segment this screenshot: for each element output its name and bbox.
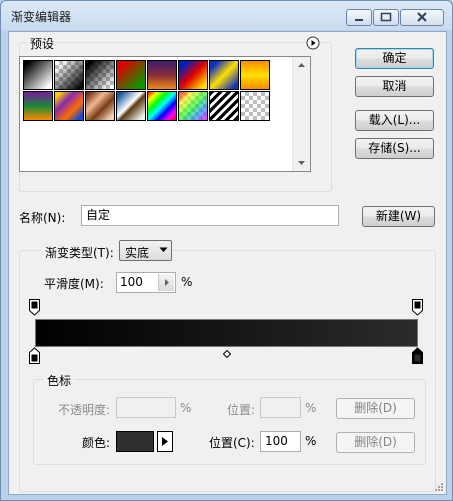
save-button[interactable]: 存储(S)... (355, 138, 434, 159)
preset-swatch-black-white[interactable] (23, 60, 53, 90)
delete-opacity-stop-button[interactable]: 删除(D) (336, 398, 415, 419)
preset-swatch-violet-green-orange[interactable] (23, 91, 53, 121)
opacity-label: 不透明度: (58, 403, 111, 417)
color-stop-left[interactable] (29, 347, 41, 367)
presets-label: 预设 (27, 35, 58, 52)
smoothness-unit: % (181, 275, 193, 289)
resize-grip-icon[interactable] (434, 482, 444, 492)
chevron-down-icon (159, 247, 168, 252)
color-location-input[interactable]: 100 (260, 431, 301, 452)
color-location-label: 位置(C): (209, 436, 255, 450)
presets-menu-button[interactable] (306, 36, 320, 50)
gradient-type-select[interactable]: 实底 (119, 240, 172, 261)
dialog-body: 预设 确定 取消 载入(L)... 存储(S)... 名称(N): 自定 新建(… (8, 31, 447, 495)
preset-swatch-blue-yellow-blue[interactable] (209, 60, 239, 90)
color-stop-icon (29, 347, 40, 364)
new-button[interactable]: 新建(W) (362, 206, 435, 227)
opacity-stop-icon (412, 299, 423, 316)
color-location-unit: % (305, 434, 317, 448)
opacity-input[interactable] (116, 397, 176, 418)
preset-swatch-orange-yellow-orange[interactable] (240, 60, 270, 90)
ok-button[interactable]: 确定 (355, 48, 434, 69)
circle-arrow-icon (306, 36, 320, 50)
preset-swatch-blue-red-yellow[interactable] (178, 60, 208, 90)
opacity-stop-icon (29, 299, 40, 316)
delete-color-stop-button[interactable]: 删除(D) (336, 432, 415, 453)
gradient-editor-window: 渐变编辑器 预设 确定 取消 载入(L)... 存储(S)... 名称(N): … (0, 0, 453, 501)
color-label: 颜色: (82, 436, 111, 450)
window-title: 渐变编辑器 (11, 10, 72, 24)
stops-label: 色标 (44, 372, 75, 389)
preset-swatch-transparent-rainbow[interactable] (178, 91, 208, 121)
opacity-stop-left[interactable] (29, 299, 41, 319)
opacity-location-unit: % (305, 401, 317, 415)
midpoint-diamond[interactable] (222, 347, 232, 361)
load-button[interactable]: 载入(L)... (355, 110, 434, 131)
preset-swatch-checker-black[interactable] (54, 60, 84, 90)
presets-list[interactable] (19, 56, 311, 172)
close-button[interactable] (400, 9, 444, 26)
gradient-type-value: 实底 (125, 246, 150, 260)
name-input[interactable]: 自定 (81, 205, 339, 226)
diamond-icon (222, 349, 232, 359)
opacity-location-label: 位置: (227, 403, 256, 417)
color-menu-button[interactable] (157, 431, 173, 452)
preset-swatch-yellow-violet-orange-blue[interactable] (54, 91, 84, 121)
smoothness-input[interactable]: 100 (116, 272, 176, 293)
opacity-unit: % (180, 401, 192, 415)
maximize-button[interactable] (373, 9, 399, 26)
minimize-button[interactable] (346, 9, 372, 26)
close-icon (417, 12, 427, 22)
opacity-location-input[interactable] (260, 397, 301, 418)
preset-swatch-red-green[interactable] (116, 60, 146, 90)
presets-scrollbar[interactable] (292, 57, 310, 171)
smoothness-label: 平滑度(M): (44, 277, 104, 291)
name-label: 名称(N): (19, 211, 66, 225)
opacity-stop-right[interactable] (412, 299, 424, 319)
color-stop-right[interactable] (412, 347, 424, 367)
color-swatch[interactable] (116, 431, 154, 452)
preset-swatch-copper[interactable] (85, 91, 115, 121)
gradient-type-label: 渐变类型(T): (42, 244, 117, 261)
preset-swatch-transparent-stripes[interactable] (209, 91, 239, 121)
title-bar[interactable]: 渐变编辑器 (1, 1, 452, 31)
preset-swatch-chrome[interactable] (116, 91, 146, 121)
smoothness-stepper[interactable] (158, 274, 174, 291)
maximize-icon (380, 12, 392, 22)
gradient-bar[interactable] (35, 319, 418, 347)
scroll-arrows-icon (298, 63, 305, 165)
triangle-right-icon (162, 437, 168, 446)
cancel-button[interactable]: 取消 (355, 76, 434, 97)
preset-swatch-violet-orange[interactable] (147, 60, 177, 90)
preset-swatch-spectrum[interactable] (147, 91, 177, 121)
smoothness-value: 100 (120, 275, 143, 289)
preset-swatch-black-checker[interactable] (85, 60, 115, 90)
preset-swatch-checker[interactable] (240, 91, 270, 121)
triangle-right-icon (165, 279, 169, 286)
minimize-icon (355, 19, 363, 21)
color-stop-icon-selected (412, 347, 423, 364)
